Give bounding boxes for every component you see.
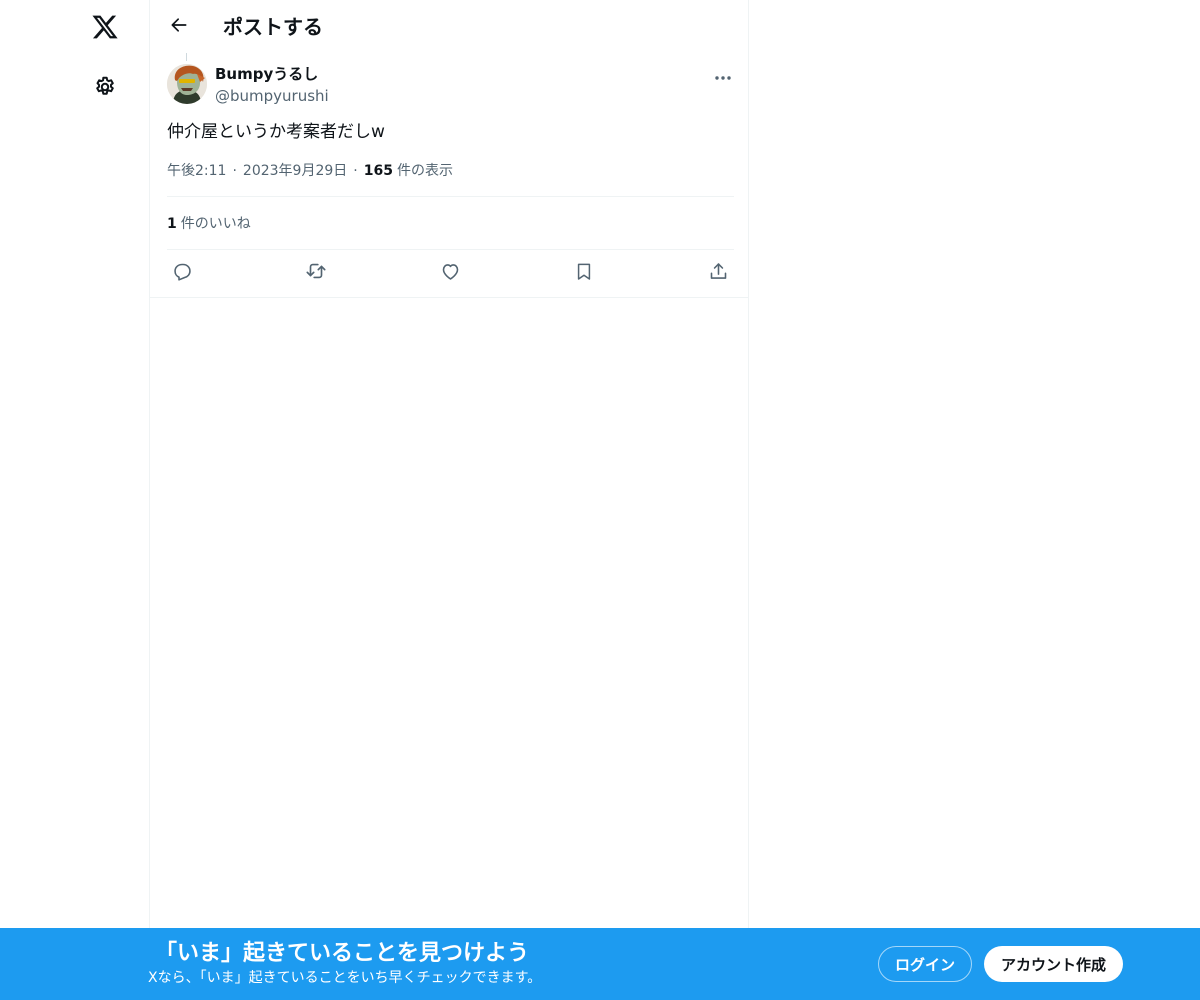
share-icon xyxy=(708,261,729,286)
share-button[interactable] xyxy=(706,261,730,285)
repost-icon xyxy=(305,260,327,286)
create-account-button[interactable]: アカウント作成 xyxy=(984,946,1123,982)
like-button[interactable] xyxy=(438,261,462,285)
likes-summary[interactable]: 1 件のいいね xyxy=(167,214,251,234)
thread-line xyxy=(186,53,187,61)
action-bar xyxy=(167,258,734,288)
post-text: 仲介屋というか考案者だしw xyxy=(167,122,385,142)
reply-button[interactable] xyxy=(170,261,194,285)
likes-label: 件のいいね xyxy=(180,216,251,232)
author-display-name[interactable]: Bumpyうるし xyxy=(215,64,318,84)
reply-icon xyxy=(172,261,193,286)
back-button[interactable] xyxy=(162,10,196,44)
views-label: 件の表示 xyxy=(396,163,453,179)
banner-subtitle: Xなら、「いま」起きていることをいち早くチェックできます。 xyxy=(148,970,542,986)
views-count: 165 xyxy=(363,163,393,179)
divider xyxy=(167,249,734,250)
separator: · xyxy=(353,163,358,179)
x-logo-icon[interactable] xyxy=(88,10,122,44)
avatar[interactable] xyxy=(167,64,207,104)
separator: · xyxy=(232,163,237,179)
divider xyxy=(167,196,734,197)
repost-button[interactable] xyxy=(304,261,328,285)
post-time[interactable]: 午後2:11 xyxy=(167,161,226,181)
post-date[interactable]: 2023年9月29日 xyxy=(243,161,347,181)
page-title: ポストする xyxy=(223,15,323,39)
post-meta: 午後2:11 · 2023年9月29日 · 165 件の表示 xyxy=(167,161,453,181)
arrow-left-icon xyxy=(169,15,189,39)
header: ポストする xyxy=(150,0,750,53)
more-dots-icon xyxy=(714,66,732,85)
login-button[interactable]: ログイン xyxy=(878,946,972,982)
heart-icon xyxy=(440,261,461,286)
banner-title: 「いま」起きていることを見つけよう xyxy=(155,941,530,966)
sidebar xyxy=(0,0,149,1000)
author-handle[interactable]: @bumpyurushi xyxy=(215,86,329,106)
gear-icon[interactable] xyxy=(88,70,122,104)
more-button[interactable] xyxy=(710,64,736,86)
signup-banner: 「いま」起きていることを見つけよう Xなら、「いま」起きていることをいち早くチェ… xyxy=(0,928,1200,1000)
bookmark-button[interactable] xyxy=(572,261,596,285)
likes-count: 1 xyxy=(167,216,177,232)
main-column: ポストする Bumpyうるし @bumpyurushi 仲介屋というか考案者だし… xyxy=(149,0,749,1000)
divider xyxy=(150,297,749,298)
bookmark-icon xyxy=(574,261,594,286)
